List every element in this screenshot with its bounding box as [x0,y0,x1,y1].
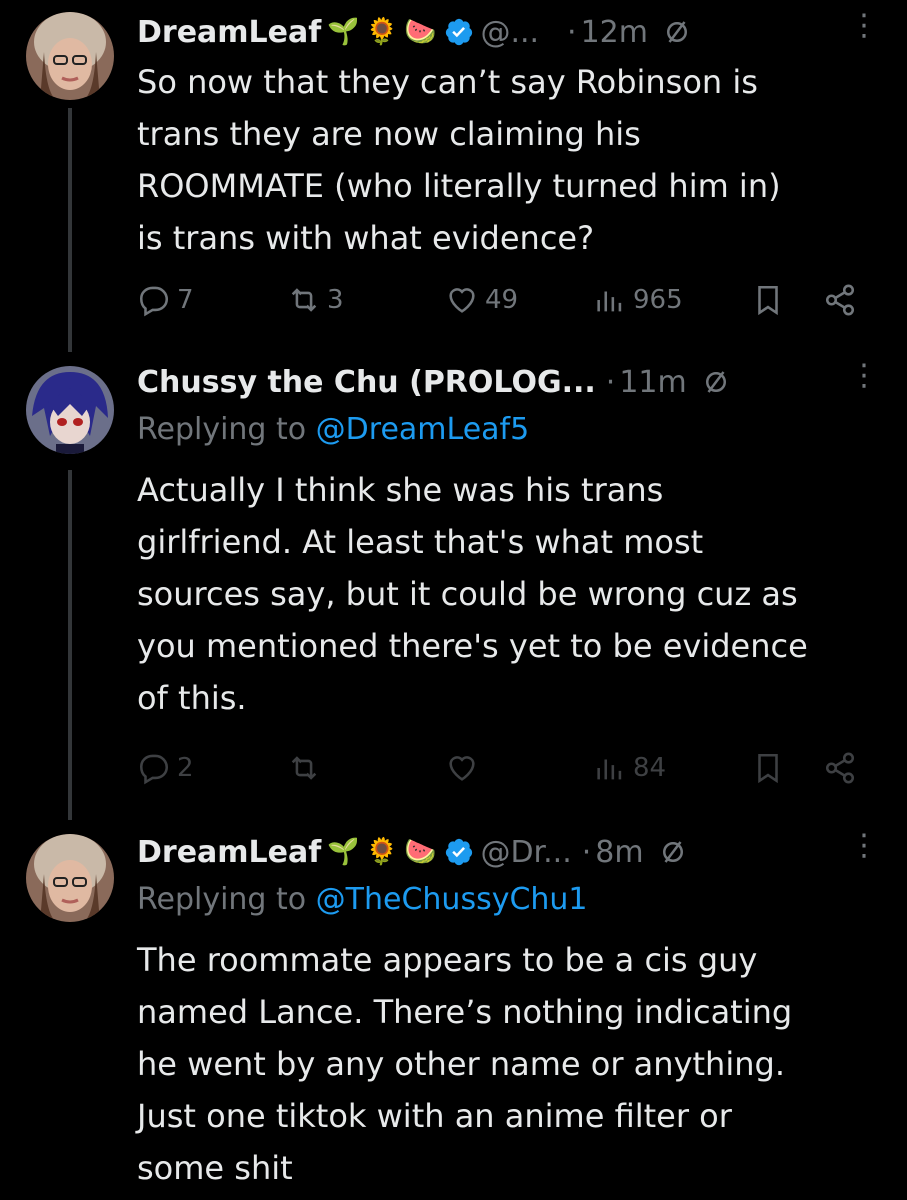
repost-button[interactable] [287,751,321,785]
display-name[interactable]: Chussy the Chu (PROLOG... [137,365,596,400]
watermelon-emoji: 🍉 [404,837,437,867]
replying-to-label: Replying to [137,882,316,917]
tweet-text: So now that they can’t say Robinson is t… [137,63,781,257]
verified-badge-icon[interactable] [444,17,474,47]
views-icon [597,291,622,312]
thread-line [68,108,72,352]
reply-count: 2 [177,753,194,783]
views-button[interactable]: 84 [593,751,666,785]
reply-button[interactable]: 7 [137,283,194,317]
reply-count: 7 [177,285,194,315]
heart-icon [449,288,475,313]
thread-line [68,470,72,820]
avatar[interactable] [26,366,114,454]
heart-icon [449,756,475,781]
share-icon [825,284,855,316]
mention-link[interactable]: @DreamLeaf5 [316,412,530,447]
avatar-image [26,834,114,922]
avatar-image [26,12,114,100]
reply-icon [139,286,169,317]
tweet-text: Actually I think she was his trans girlf… [137,471,808,717]
view-count: 965 [633,285,683,315]
tweet-text: The roommate appears to be a cis guy nam… [137,941,793,1187]
reply-icon [139,754,169,785]
replying-to-label: Replying to [137,412,316,447]
watermelon-emoji: 🍉 [404,17,437,47]
avatar[interactable] [26,834,114,922]
seedling-emoji: 🌱 [327,837,360,867]
repost-button[interactable]: 3 [287,283,344,317]
edited-icon [667,21,687,43]
edited-icon [662,841,683,863]
like-button[interactable]: 49 [445,283,518,317]
sunflower-emoji: 🌻 [365,17,399,47]
handle[interactable]: @Dr... [480,835,571,870]
bookmark-button[interactable] [751,283,785,317]
sunflower-emoji: 🌻 [365,837,399,867]
more-options-icon[interactable]: ⋮ [849,8,879,43]
replying-to: Replying to @TheChussyChu1 [137,876,879,924]
reply-button[interactable]: 2 [137,751,194,785]
like-count: 49 [485,285,519,315]
share-button[interactable] [823,283,857,317]
separator-dot: · [567,14,577,50]
separator-dot: · [605,364,616,400]
edited-icon [705,371,726,393]
replying-to: Replying to @DreamLeaf5 [137,406,879,454]
avatar[interactable] [26,12,114,100]
bookmark-button[interactable] [751,751,785,785]
bookmark-icon [758,285,778,316]
views-button[interactable]: 965 [593,283,683,317]
display-name[interactable]: DreamLeaf [137,835,321,870]
handle[interactable]: @... [480,15,539,50]
seedling-emoji: 🌱 [327,17,360,47]
share-button[interactable] [823,751,857,785]
timestamp[interactable]: 11m [619,365,686,400]
repost-icon [291,288,317,312]
timestamp[interactable]: 8m [595,835,643,870]
separator-dot: · [581,834,592,870]
mention-link[interactable]: @TheChussyChu1 [316,882,588,917]
more-options-icon[interactable]: ⋮ [849,828,879,863]
avatar-image [26,366,114,454]
view-count: 84 [633,753,667,783]
more-options-icon[interactable]: ⋮ [849,358,879,393]
repost-count: 3 [327,285,344,315]
verified-badge-icon[interactable] [444,837,474,867]
timestamp[interactable]: 12m [581,15,648,50]
repost-icon [291,756,317,780]
bookmark-icon [758,753,778,784]
views-icon [597,759,622,780]
like-button[interactable] [445,751,479,785]
share-icon [825,752,855,784]
display-name[interactable]: DreamLeaf [137,15,321,50]
